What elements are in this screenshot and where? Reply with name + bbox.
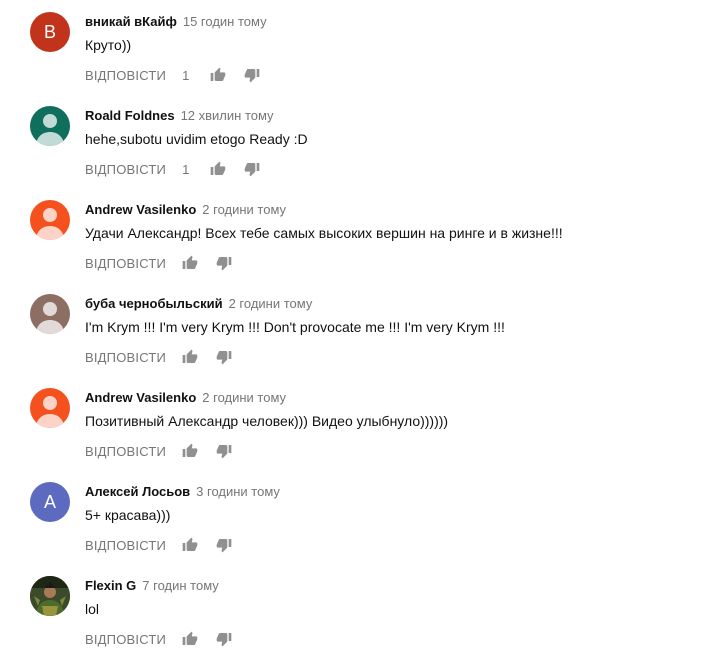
author-name[interactable]: вникай вКайф [85,14,177,29]
comment-item: Andrew Vasilenko 2 години тому Позитивный… [0,376,716,470]
reply-button[interactable]: ВІДПОВІСТИ [85,444,166,459]
author-name[interactable]: Andrew Vasilenko [85,202,196,217]
comment-time[interactable]: 3 години тому [196,484,280,499]
comment-item: Andrew Vasilenko 2 години тому Удачи Алек… [0,188,716,282]
thumbs-up-icon[interactable] [182,349,198,365]
comment-actions: ВІДПОВІСТИ 1 [85,66,260,84]
comment-header: вникай вКайф 15 годин тому [85,14,267,30]
comment-actions: ВІДПОВІСТИ [85,254,232,272]
reply-button[interactable]: ВІДПОВІСТИ [85,350,166,365]
comment-time[interactable]: 15 годин тому [183,14,267,29]
comments-list: В вникай вКайф 15 годин тому Круто)) ВІДП… [0,0,716,667]
thumbs-up-icon[interactable] [182,255,198,271]
comment-text: 5+ красава))) [85,507,171,523]
comment-header: Flexin G 7 годин тому [85,578,219,594]
thumbs-up-icon[interactable] [210,67,226,83]
avatar[interactable] [30,200,70,240]
thumbs-down-icon[interactable] [244,161,260,177]
comment-time[interactable]: 7 годин тому [142,578,219,593]
comment-header: Алексей Лосьов 3 години тому [85,484,280,500]
comment-time[interactable]: 2 години тому [202,390,286,405]
comment-time[interactable]: 12 хвилин тому [181,108,274,123]
thumbs-up-icon[interactable] [182,443,198,459]
reply-button[interactable]: ВІДПОВІСТИ [85,632,166,647]
like-count: 1 [182,161,190,177]
avatar[interactable] [30,106,70,146]
thumbs-down-icon[interactable] [244,67,260,83]
comment-header: Andrew Vasilenko 2 години тому [85,390,286,406]
comment-time[interactable]: 2 години тому [229,296,313,311]
comment-header: Roald Foldnes 12 хвилин тому [85,108,274,124]
avatar[interactable] [30,294,70,334]
comment-text: I'm Krym !!! I'm very Krym !!! Don't pro… [85,319,505,335]
comment-actions: ВІДПОВІСТИ 1 [85,160,260,178]
comment-item: Roald Foldnes 12 хвилин тому hehe,subotu … [0,94,716,188]
comment-actions: ВІДПОВІСТИ [85,348,232,366]
comment-text: Позитивный Александр человек))) Видео ул… [85,413,449,429]
author-name[interactable]: буба чернобыльский [85,296,223,311]
author-name[interactable]: Алексей Лосьов [85,484,190,499]
comment-header: буба чернобыльский 2 години тому [85,296,312,312]
thumbs-down-icon[interactable] [216,631,232,647]
person-silhouette-icon [36,396,64,428]
reply-button[interactable]: ВІДПОВІСТИ [85,68,166,83]
thumbs-down-icon[interactable] [216,349,232,365]
thumbs-down-icon[interactable] [216,443,232,459]
person-silhouette-icon [36,208,64,240]
comment-text: lol [85,601,100,617]
reply-button[interactable]: ВІДПОВІСТИ [85,538,166,553]
user-photo [30,576,70,616]
reply-button[interactable]: ВІДПОВІСТИ [85,162,166,177]
author-name[interactable]: Roald Foldnes [85,108,175,123]
avatar-letter: В [43,22,56,42]
comment-actions: ВІДПОВІСТИ [85,442,232,460]
comment-header: Andrew Vasilenko 2 години тому [85,202,286,218]
avatar[interactable]: В [30,12,70,52]
comment-actions: ВІДПОВІСТИ [85,630,232,648]
person-silhouette-icon [36,114,64,146]
avatar-letter: А [43,492,56,512]
reply-button[interactable]: ВІДПОВІСТИ [85,256,166,271]
comment-item: буба чернобыльский 2 години тому I'm Krym… [0,282,716,376]
comment-text: Круто)) [85,37,132,53]
thumbs-down-icon[interactable] [216,255,232,271]
comment-item: А Алексей Лосьов 3 години тому 5+ красава… [0,470,716,564]
thumbs-up-icon[interactable] [182,631,198,647]
comment-time[interactable]: 2 години тому [202,202,286,217]
avatar[interactable] [30,388,70,428]
author-name[interactable]: Andrew Vasilenko [85,390,196,405]
thumbs-up-icon[interactable] [210,161,226,177]
thumbs-up-icon[interactable] [182,537,198,553]
thumbs-down-icon[interactable] [216,537,232,553]
like-count: 1 [182,67,190,83]
avatar[interactable] [30,576,70,616]
author-name[interactable]: Flexin G [85,578,136,593]
comment-item: Flexin G 7 годин тому lol ВІДПОВІСТИ [0,564,716,658]
person-silhouette-icon [36,302,64,334]
avatar[interactable]: А [30,482,70,522]
comment-text: hehe,subotu uvidim etogo Ready :D [85,131,308,147]
comment-text: Удачи Александр! Всех тебе самых высоких… [85,225,563,241]
comment-item: В вникай вКайф 15 годин тому Круто)) ВІДП… [0,0,716,94]
comment-actions: ВІДПОВІСТИ [85,536,232,554]
